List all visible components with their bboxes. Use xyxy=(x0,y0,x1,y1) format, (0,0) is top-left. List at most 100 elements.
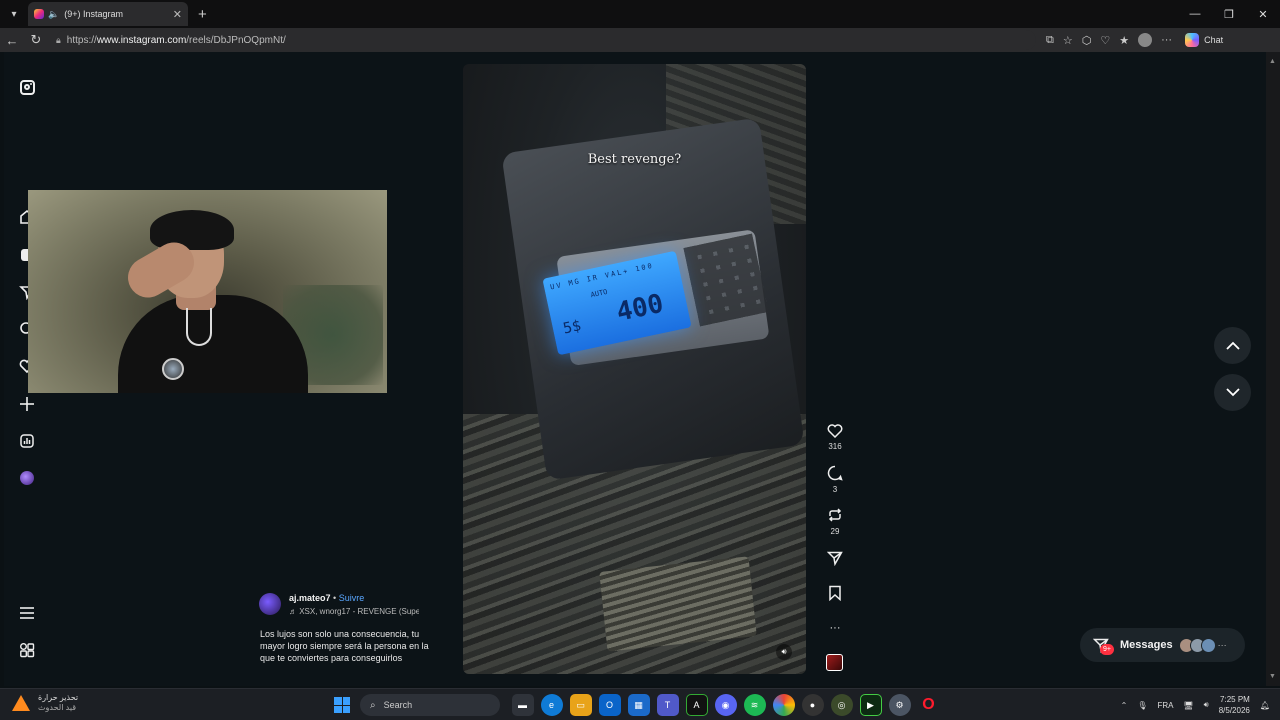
spotify-icon[interactable]: ≋ xyxy=(743,694,766,716)
maximize-button[interactable]: ❐ xyxy=(1212,0,1246,28)
create-plus-icon[interactable] xyxy=(16,393,38,415)
obs-icon[interactable]: ● xyxy=(801,694,824,716)
chat-label: Chat xyxy=(1204,35,1224,45)
more-menu-icon[interactable] xyxy=(16,602,38,624)
lcd-denomination: 5$ xyxy=(561,316,583,338)
weather-widget[interactable]: تحذير حرارة قيد الحدوث xyxy=(12,693,78,713)
cash-stack-image xyxy=(599,556,757,652)
refresh-button[interactable]: ↻ xyxy=(24,29,48,51)
media-player-icon[interactable]: ▶ xyxy=(859,694,882,716)
close-window-button[interactable]: ✕ xyxy=(1246,0,1280,28)
reel-video[interactable]: UV MG IR VAL+ 100 AUTO 5$ 400 Best reven… xyxy=(463,64,806,674)
repost-action[interactable]: 29 xyxy=(820,505,850,536)
next-reel-button[interactable] xyxy=(1214,374,1251,411)
collections-icon[interactable]: ⬡ xyxy=(1082,34,1092,47)
url-field[interactable]: 🔒︎ https://www.instagram.com/reels/DbJPn… xyxy=(56,30,1036,50)
heart-icon[interactable] xyxy=(825,420,845,440)
more-dots-icon[interactable]: ··· xyxy=(825,618,845,638)
back-button[interactable]: ← xyxy=(0,29,24,51)
microphone-image xyxy=(162,358,184,380)
scroll-down-arrow-icon[interactable]: ▼ xyxy=(1269,673,1276,680)
bookmark-icon[interactable] xyxy=(825,583,845,603)
profile-avatar[interactable] xyxy=(1138,33,1153,47)
settings-gear-icon[interactable]: ⚙ xyxy=(888,694,911,716)
weather-title: تحذير حرارة xyxy=(38,693,79,702)
speaker-icon[interactable]: 🔈 xyxy=(48,9,59,20)
app-icon[interactable]: ◎ xyxy=(830,694,853,716)
site-info-icon[interactable]: 🔒︎ xyxy=(56,35,61,46)
chevron-up-icon xyxy=(1225,341,1240,350)
copilot-chat-button[interactable]: Chat xyxy=(1185,33,1223,47)
more-options-action[interactable]: ··· xyxy=(820,618,850,638)
like-action[interactable]: 316 xyxy=(820,420,850,451)
outlook-icon[interactable]: O xyxy=(598,694,621,716)
chevron-down-icon xyxy=(1225,388,1240,397)
edge-icon[interactable]: e xyxy=(540,694,563,716)
audio-toggle-icon[interactable]: 🔊︎ xyxy=(776,644,792,660)
new-tab-button[interactable]: + xyxy=(198,6,207,23)
performance-icon[interactable]: ♡ xyxy=(1100,34,1110,47)
network-icon[interactable]: 🖥︎ xyxy=(1184,701,1194,710)
browser-titlebar: ▾ 🔈 (9+) Instagram ✕ + — ❐ ✕ xyxy=(0,0,1280,28)
minimize-button[interactable]: — xyxy=(1178,0,1212,28)
lcd-auto: AUTO xyxy=(589,287,609,300)
webcam-overlay-image xyxy=(28,190,387,393)
tab-actions-menu[interactable]: ▾ xyxy=(2,3,26,25)
music-track[interactable]: ♬ XSX, wnorg17 - REVENGE (Super xyxy=(289,607,419,616)
settings-more-icon[interactable]: ··· xyxy=(1161,34,1172,46)
teams-icon[interactable]: T xyxy=(656,694,679,716)
separator-dot: • xyxy=(330,593,339,603)
comment-count: 3 xyxy=(832,485,838,494)
tray-overflow-chevron-icon[interactable]: ⌃ xyxy=(1121,701,1128,710)
discord-icon[interactable]: ◉ xyxy=(714,694,737,716)
url-path: /reels/DbJPnOQpmNt/ xyxy=(186,34,286,46)
file-explorer-icon[interactable]: ▭ xyxy=(569,694,592,716)
author-avatar[interactable] xyxy=(259,593,281,615)
repost-icon[interactable] xyxy=(825,505,845,525)
follow-button[interactable]: Suivre xyxy=(339,593,365,603)
taskbar-search[interactable]: ⌕ Search xyxy=(360,694,500,716)
share-send-icon[interactable] xyxy=(825,548,845,568)
save-action[interactable] xyxy=(820,583,850,603)
nvidia-app-icon[interactable]: A xyxy=(685,694,708,716)
message-avatar xyxy=(1200,637,1216,653)
task-view-icon[interactable]: ▬ xyxy=(511,694,534,716)
notifications-bell-icon[interactable]: 🔔︎ xyxy=(1260,701,1270,710)
favorites-icon[interactable]: ★ xyxy=(1119,34,1129,47)
browser-toolbar: ⧉ ☆ ⬡ ♡ ★ ··· Chat xyxy=(1046,33,1223,47)
messages-button[interactable]: 9+ Messages ··· xyxy=(1080,628,1245,662)
chrome-icon[interactable] xyxy=(772,694,795,716)
profile-avatar-nav[interactable] xyxy=(16,467,38,489)
share-action[interactable] xyxy=(820,548,850,568)
input-language[interactable]: FRA xyxy=(1158,701,1174,710)
comment-icon[interactable] xyxy=(825,463,845,483)
reel-overlay-text: Best revenge? xyxy=(587,152,682,167)
instagram-logo-icon[interactable] xyxy=(16,76,38,98)
weather-subtitle: قيد الحدوث xyxy=(38,703,77,712)
opera-icon[interactable]: O xyxy=(918,694,940,716)
author-username[interactable]: aj.mateo7 xyxy=(289,593,331,603)
also-from-meta-icon[interactable] xyxy=(16,639,38,661)
clock-date: 8/5/2026 xyxy=(1218,706,1250,715)
microphone-icon[interactable]: 🎙︎ xyxy=(1137,701,1147,710)
scroll-up-arrow-icon[interactable]: ▲ xyxy=(1269,58,1276,65)
like-count: 316 xyxy=(828,442,842,451)
browser-tab-instagram[interactable]: 🔈 (9+) Instagram ✕ xyxy=(28,2,188,26)
audio-thumbnail[interactable] xyxy=(826,654,843,671)
store-icon[interactable]: ▦ xyxy=(627,694,650,716)
clock[interactable]: 7:25 PM 8/5/2026 xyxy=(1219,694,1250,716)
comment-action[interactable]: 3 xyxy=(820,463,850,494)
favorite-star-icon[interactable]: ☆ xyxy=(1063,34,1073,47)
volume-icon[interactable]: 🔊︎ xyxy=(1204,700,1209,710)
message-avatars xyxy=(1178,637,1216,653)
url-host: www.instagram.com xyxy=(96,34,187,46)
tab-close-icon[interactable]: ✕ xyxy=(173,8,182,21)
extensions-icon[interactable]: ⧉ xyxy=(1046,34,1054,47)
insights-icon[interactable] xyxy=(16,430,38,452)
page-scrollbar[interactable]: ▲ ▼ xyxy=(1266,52,1280,686)
previous-reel-button[interactable] xyxy=(1214,327,1251,364)
tab-title: (9+) Instagram xyxy=(64,9,123,19)
taskbar-apps: ⌕ Search ▬ e ▭ O ▦ T A ◉ ≋ ● ◎ ▶ ⚙ O xyxy=(334,693,943,717)
lcd-value: 400 xyxy=(614,288,667,328)
windows-start-icon[interactable] xyxy=(334,697,350,713)
